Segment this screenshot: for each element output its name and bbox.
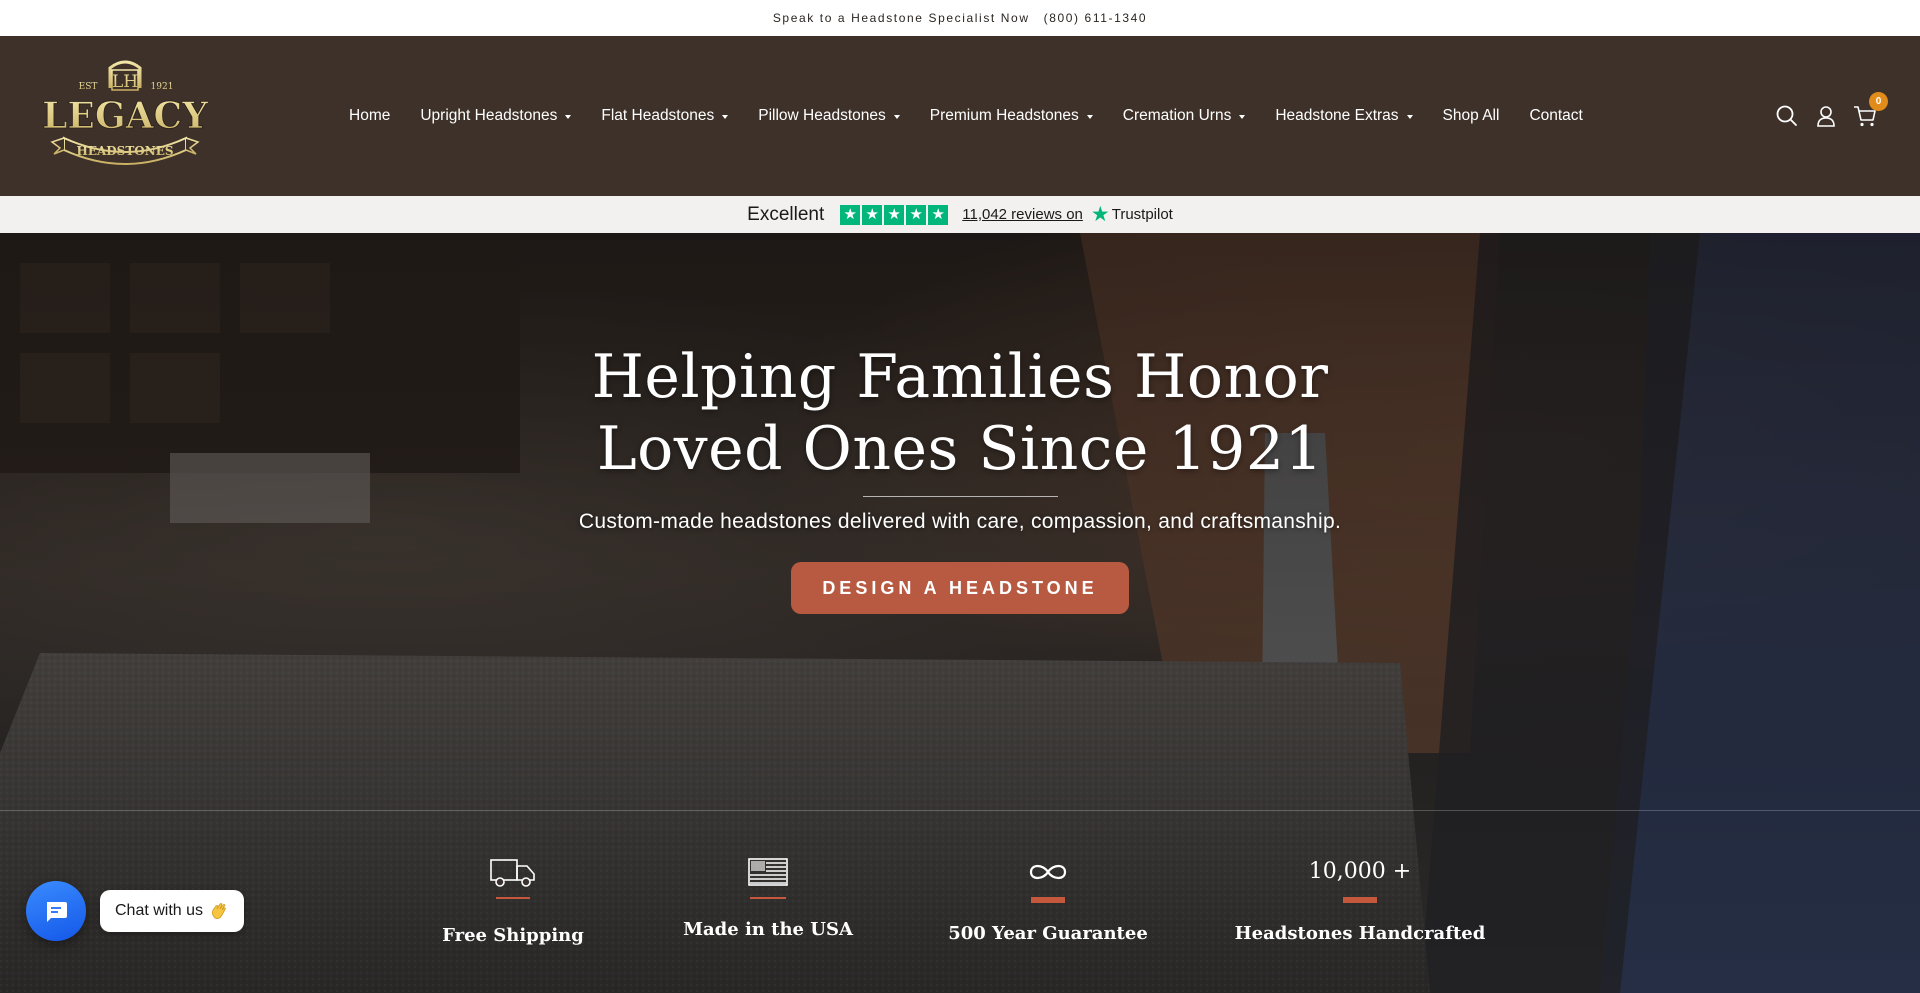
nav-shop-all[interactable]: Shop All — [1443, 107, 1500, 125]
trustpilot-brand: Trustpilot — [1111, 206, 1173, 223]
main-nav: Home Upright Headstones Flat Headstones … — [349, 36, 1613, 196]
chat-label-text: Chat with us — [115, 902, 204, 919]
feature-guarantee: 500 Year Guarantee — [918, 853, 1178, 944]
feature-free-shipping: Free Shipping — [383, 853, 643, 946]
feature-label: Made in the USA — [683, 919, 853, 940]
design-headstone-button[interactable]: DESIGN A HEADSTONE — [791, 562, 1129, 614]
nav-flat-headstones[interactable]: Flat Headstones — [601, 107, 729, 125]
phone-link[interactable]: (800) 611-1340 — [1044, 11, 1148, 25]
chat-open-button[interactable] — [26, 881, 86, 941]
feature-number: 10,000 + — [1308, 859, 1412, 884]
nav-label: Headstone Extras — [1275, 107, 1399, 124]
star-icon: ★ — [906, 204, 927, 225]
nav-premium-headstones[interactable]: Premium Headstones — [930, 107, 1093, 125]
caret-down-icon — [565, 114, 572, 119]
truck-icon — [383, 853, 643, 891]
header-actions: 0 — [1761, 36, 1888, 196]
user-icon[interactable] — [1813, 103, 1839, 129]
chat-icon — [47, 902, 67, 922]
chat-prompt[interactable]: Chat with us — [100, 890, 245, 932]
svg-text:HEADSTONES: HEADSTONES — [76, 144, 173, 158]
feature-made-in-usa: Made in the USA — [638, 853, 898, 940]
svg-text:LEGACY: LEGACY — [42, 95, 208, 137]
hero-section: Helping Families Honor Loved Ones Since … — [0, 233, 1920, 993]
feature-underline — [1031, 897, 1065, 903]
caret-down-icon — [893, 114, 900, 119]
trust-rating-word: Excellent — [747, 203, 825, 225]
svg-text:EST: EST — [79, 82, 98, 92]
hero-title-line1: Helping Families Honor — [591, 342, 1329, 412]
nav-label: Pillow Headstones — [758, 107, 886, 124]
caret-down-icon — [1406, 114, 1413, 119]
announcement-text: Speak to a Headstone Specialist Now — [772, 11, 1030, 25]
nav-cremation-urns[interactable]: Cremation Urns — [1123, 107, 1246, 125]
feature-underline — [750, 897, 786, 899]
feature-label: 500 Year Guarantee — [948, 923, 1148, 944]
hero-subtitle: Custom-made headstones delivered with ca… — [578, 510, 1342, 533]
nav-headstone-extras[interactable]: Headstone Extras — [1275, 107, 1413, 125]
nav-label: Home — [349, 107, 391, 124]
search-icon[interactable] — [1774, 103, 1800, 129]
cart-count-badge: 0 — [1869, 92, 1888, 111]
nav-label: Upright Headstones — [420, 107, 558, 124]
star-icon: ★ — [928, 204, 949, 225]
nav-label: Cremation Urns — [1122, 107, 1232, 124]
feature-underline — [496, 897, 530, 899]
svg-text:LH: LH — [112, 72, 138, 92]
nav-upright-headstones[interactable]: Upright Headstones — [420, 107, 572, 125]
trustpilot-star-icon: ★ — [1090, 203, 1110, 226]
nav-pillow-headstones[interactable]: Pillow Headstones — [758, 107, 900, 125]
hero-separator — [0, 810, 1920, 811]
svg-text:1921: 1921 — [151, 82, 174, 92]
feature-label: Headstones Handcrafted — [1234, 923, 1486, 944]
hero-divider — [863, 496, 1058, 497]
nav-label: Premium Headstones — [929, 107, 1079, 124]
feature-underline — [1343, 897, 1377, 903]
logo[interactable]: LH EST 1921 LEGACY HEADSTONES — [42, 58, 208, 176]
trust-reviews-link[interactable]: 11,042 reviews on — [962, 206, 1083, 223]
waving-hand-icon — [209, 901, 229, 921]
trustpilot-logo: ★ Trustpilot — [1091, 204, 1173, 225]
star-icon: ★ — [840, 204, 861, 225]
nav-home[interactable]: Home — [349, 107, 390, 125]
feature-label: Free Shipping — [442, 925, 584, 946]
trust-stars: ★ ★ ★ ★ ★ — [840, 204, 950, 225]
star-icon: ★ — [862, 204, 883, 225]
nav-label: Shop All — [1442, 107, 1500, 124]
star-icon: ★ — [884, 204, 905, 225]
flag-icon — [638, 853, 898, 891]
hero-title-line2: Loved Ones Since 1921 — [596, 414, 1324, 484]
cart-icon[interactable]: 0 — [1852, 92, 1888, 129]
nav-contact[interactable]: Contact — [1529, 107, 1582, 125]
caret-down-icon — [1086, 114, 1093, 119]
caret-down-icon — [722, 114, 729, 119]
feature-headstones-count: 10,000 + Headstones Handcrafted — [1230, 853, 1490, 944]
nav-label: Flat Headstones — [601, 107, 715, 124]
trustpilot-bar[interactable]: Excellent ★ ★ ★ ★ ★ 11,042 reviews on ★ … — [0, 196, 1920, 233]
nav-label: Contact — [1529, 107, 1583, 124]
site-header: LH EST 1921 LEGACY HEADSTONES Home Uprig… — [0, 36, 1920, 196]
infinity-icon — [918, 853, 1178, 891]
announcement-bar: Speak to a Headstone Specialist Now (800… — [0, 0, 1920, 36]
caret-down-icon — [1239, 114, 1246, 119]
hero-title: Helping Families Honor Loved Ones Since … — [0, 341, 1920, 485]
